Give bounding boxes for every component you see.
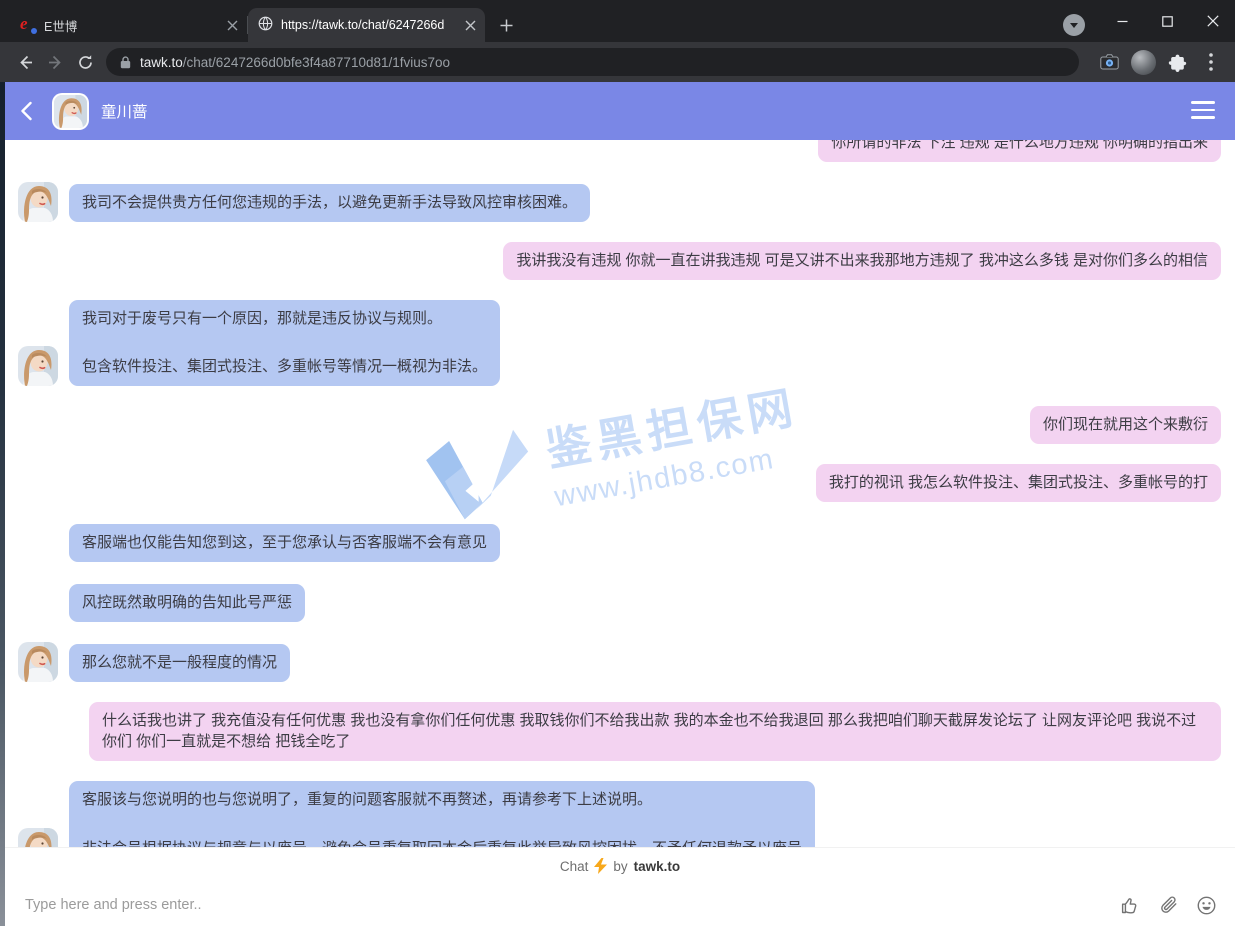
url-domain: tawk.to — [140, 55, 183, 70]
agent-message-bubble: 客服该与您说明的也与您说明了，重复的问题客服就不再赘述，再请参考下上述说明。非法… — [69, 781, 815, 847]
avatar-spacer — [18, 522, 58, 562]
message-text: 客服该与您说明的也与您说明了，重复的问题客服就不再赘述，再请参考下上述说明。 — [82, 789, 802, 811]
agent-avatar — [52, 93, 89, 130]
visitor-message-bubble: 我讲我没有违规 你就一直在讲我违规 可是又讲不出来我那地方违规了 我冲这么多钱 … — [503, 242, 1221, 280]
message-text: 我司不会提供贵方任何您违规的手法，以避免更新手法导致风控审核困难。 — [82, 192, 577, 214]
agent-message-bubble: 那么您就不是一般程度的情况 — [69, 644, 290, 682]
message-row: 我讲我没有违规 你就一直在讲我违规 可是又讲不出来我那地方违规了 我冲这么多钱 … — [18, 242, 1221, 280]
attachment-icon[interactable] — [1158, 895, 1179, 916]
url-bar[interactable]: tawk.to/chat/6247266d0bfe3f4a87710d81/1f… — [106, 48, 1079, 76]
visitor-message-bubble: 你所谓的非法 下注 违规 是什么地方违规 你明确的指出来 — [818, 140, 1221, 162]
brand-by-label: by — [613, 859, 627, 874]
tab-search-button[interactable] — [1063, 14, 1085, 36]
message-avatar — [18, 828, 58, 848]
message-row: 我司对于废号只有一个原因，那就是违反协议与规则。包含软件投注、集团式投注、多重帐… — [18, 300, 1221, 387]
url-path: /chat/6247266d0bfe3f4a87710d81/1fvius7oo — [183, 55, 450, 70]
message-text: 包含软件投注、集团式投注、多重帐号等情况一概视为非法。 — [82, 356, 487, 378]
menu-icon[interactable] — [1191, 101, 1215, 119]
close-window-button[interactable] — [1190, 0, 1235, 42]
esbo-favicon-icon: e — [20, 17, 36, 33]
minimize-button[interactable] — [1100, 0, 1145, 42]
visitor-message-bubble: 你们现在就用这个来敷衍 — [1030, 406, 1221, 444]
agent-message-bubble: 客服端也仅能告知您到这，至于您承认与否客服端不会有意见 — [69, 524, 500, 562]
agent-name: 童川蔷 — [101, 100, 148, 122]
message-row: 你所谓的非法 下注 违规 是什么地方违规 你明确的指出来 — [18, 140, 1221, 162]
tab-esbo[interactable]: e E世博 — [10, 8, 247, 42]
visitor-message-bubble: 我打的视讯 我怎么软件投注、集团式投注、多重帐号的打 — [816, 464, 1221, 502]
tab-close-icon[interactable] — [223, 16, 241, 34]
chat-header: 童川蔷 — [0, 82, 1235, 140]
browser-toolbar: tawk.to/chat/6247266d0bfe3f4a87710d81/1f… — [0, 42, 1235, 82]
agent-message-bubble: 风控既然敢明确的告知此号严惩 — [69, 584, 305, 622]
thumbs-up-icon[interactable] — [1120, 895, 1141, 916]
message-text: 风控既然敢明确的告知此号严惩 — [82, 592, 292, 614]
desktop-edge-strip — [0, 82, 5, 926]
agent-message-bubble: 我司不会提供贵方任何您违规的手法，以避免更新手法导致风控审核困难。 — [69, 184, 590, 222]
camera-extension-icon[interactable] — [1095, 48, 1123, 76]
visitor-message-bubble: 什么话我也讲了 我充值没有任何优惠 我也没有拿你们任何优惠 我取钱你们不给我出款… — [89, 702, 1221, 762]
globe-icon — [258, 16, 273, 34]
message-row: 客服该与您说明的也与您说明了，重复的问题客服就不再赘述，再请参考下上述说明。非法… — [18, 781, 1221, 847]
message-text: 我司对于废号只有一个原因，那就是违反协议与规则。 — [82, 308, 487, 330]
tab-label: https://tawk.to/chat/6247266d — [281, 18, 461, 32]
forward-button[interactable] — [40, 47, 70, 77]
back-chevron-icon[interactable] — [20, 101, 32, 121]
message-row: 我司不会提供贵方任何您违规的手法，以避免更新手法导致风控审核困难。 — [18, 182, 1221, 222]
message-row: 你们现在就用这个来敷衍 — [18, 406, 1221, 444]
tab-tawk-chat[interactable]: https://tawk.to/chat/6247266d — [248, 8, 485, 42]
message-text: 你们现在就用这个来敷衍 — [1043, 414, 1208, 436]
message-text: 我打的视讯 我怎么软件投注、集团式投注、多重帐号的打 — [829, 472, 1208, 494]
lightning-bolt-icon — [594, 858, 607, 874]
avatar-spacer — [18, 582, 58, 622]
brand-tawk-label[interactable]: tawk.to — [634, 859, 681, 874]
tab-close-icon[interactable] — [461, 16, 479, 34]
message-text: 什么话我也讲了 我充值没有任何优惠 我也没有拿你们任何优惠 我取钱你们不给我出款… — [102, 710, 1208, 754]
message-text: 我讲我没有违规 你就一直在讲我违规 可是又讲不出来我那地方违规了 我冲这么多钱 … — [516, 250, 1208, 272]
agent-message-bubble: 我司对于废号只有一个原因，那就是违反协议与规则。包含软件投注、集团式投注、多重帐… — [69, 300, 500, 387]
reload-button[interactable] — [70, 47, 100, 77]
message-row: 什么话我也讲了 我充值没有任何优惠 我也没有拿你们任何优惠 我取钱你们不给我出款… — [18, 702, 1221, 762]
message-text: 客服端也仅能告知您到这，至于您承认与否客服端不会有意见 — [82, 532, 487, 554]
message-list: 你所谓的非法 下注 违规 是什么地方违规 你明确的指出来我司不会提供贵方任何您违… — [5, 140, 1235, 847]
message-text: 非法会员根据协议与规章与以废号，避免会员重复取回本金后重复此举导致风控困扰，不予… — [82, 838, 802, 847]
lock-icon — [120, 56, 131, 69]
message-text: 你所谓的非法 下注 违规 是什么地方违规 你明确的指出来 — [831, 140, 1208, 154]
emoji-icon[interactable] — [1196, 895, 1217, 916]
message-avatar — [18, 642, 58, 682]
message-avatar — [18, 182, 58, 222]
extensions-puzzle-icon[interactable] — [1163, 48, 1191, 76]
message-row: 风控既然敢明确的告知此号严惩 — [18, 582, 1221, 622]
message-input-bar — [5, 884, 1235, 926]
tawk-branding: Chat by tawk.to — [5, 847, 1235, 884]
message-row: 客服端也仅能告知您到这，至于您承认与否客服端不会有意见 — [18, 522, 1221, 562]
brand-chat-label: Chat — [560, 859, 589, 874]
back-button[interactable] — [10, 47, 40, 77]
new-tab-button[interactable] — [493, 12, 519, 38]
message-avatar — [18, 346, 58, 386]
profile-avatar-icon[interactable] — [1129, 48, 1157, 76]
tab-label: E世博 — [44, 16, 223, 35]
message-input[interactable] — [25, 897, 1120, 913]
message-text: 那么您就不是一般程度的情况 — [82, 652, 277, 674]
message-row: 那么您就不是一般程度的情况 — [18, 642, 1221, 682]
browser-menu-icon[interactable] — [1197, 48, 1225, 76]
browser-window: e E世博 https://tawk.to/chat/6247266d — [0, 0, 1235, 926]
message-row: 我打的视讯 我怎么软件投注、集团式投注、多重帐号的打 — [18, 464, 1221, 502]
maximize-button[interactable] — [1145, 0, 1190, 42]
tab-bar: e E世博 https://tawk.to/chat/6247266d — [0, 0, 1235, 42]
